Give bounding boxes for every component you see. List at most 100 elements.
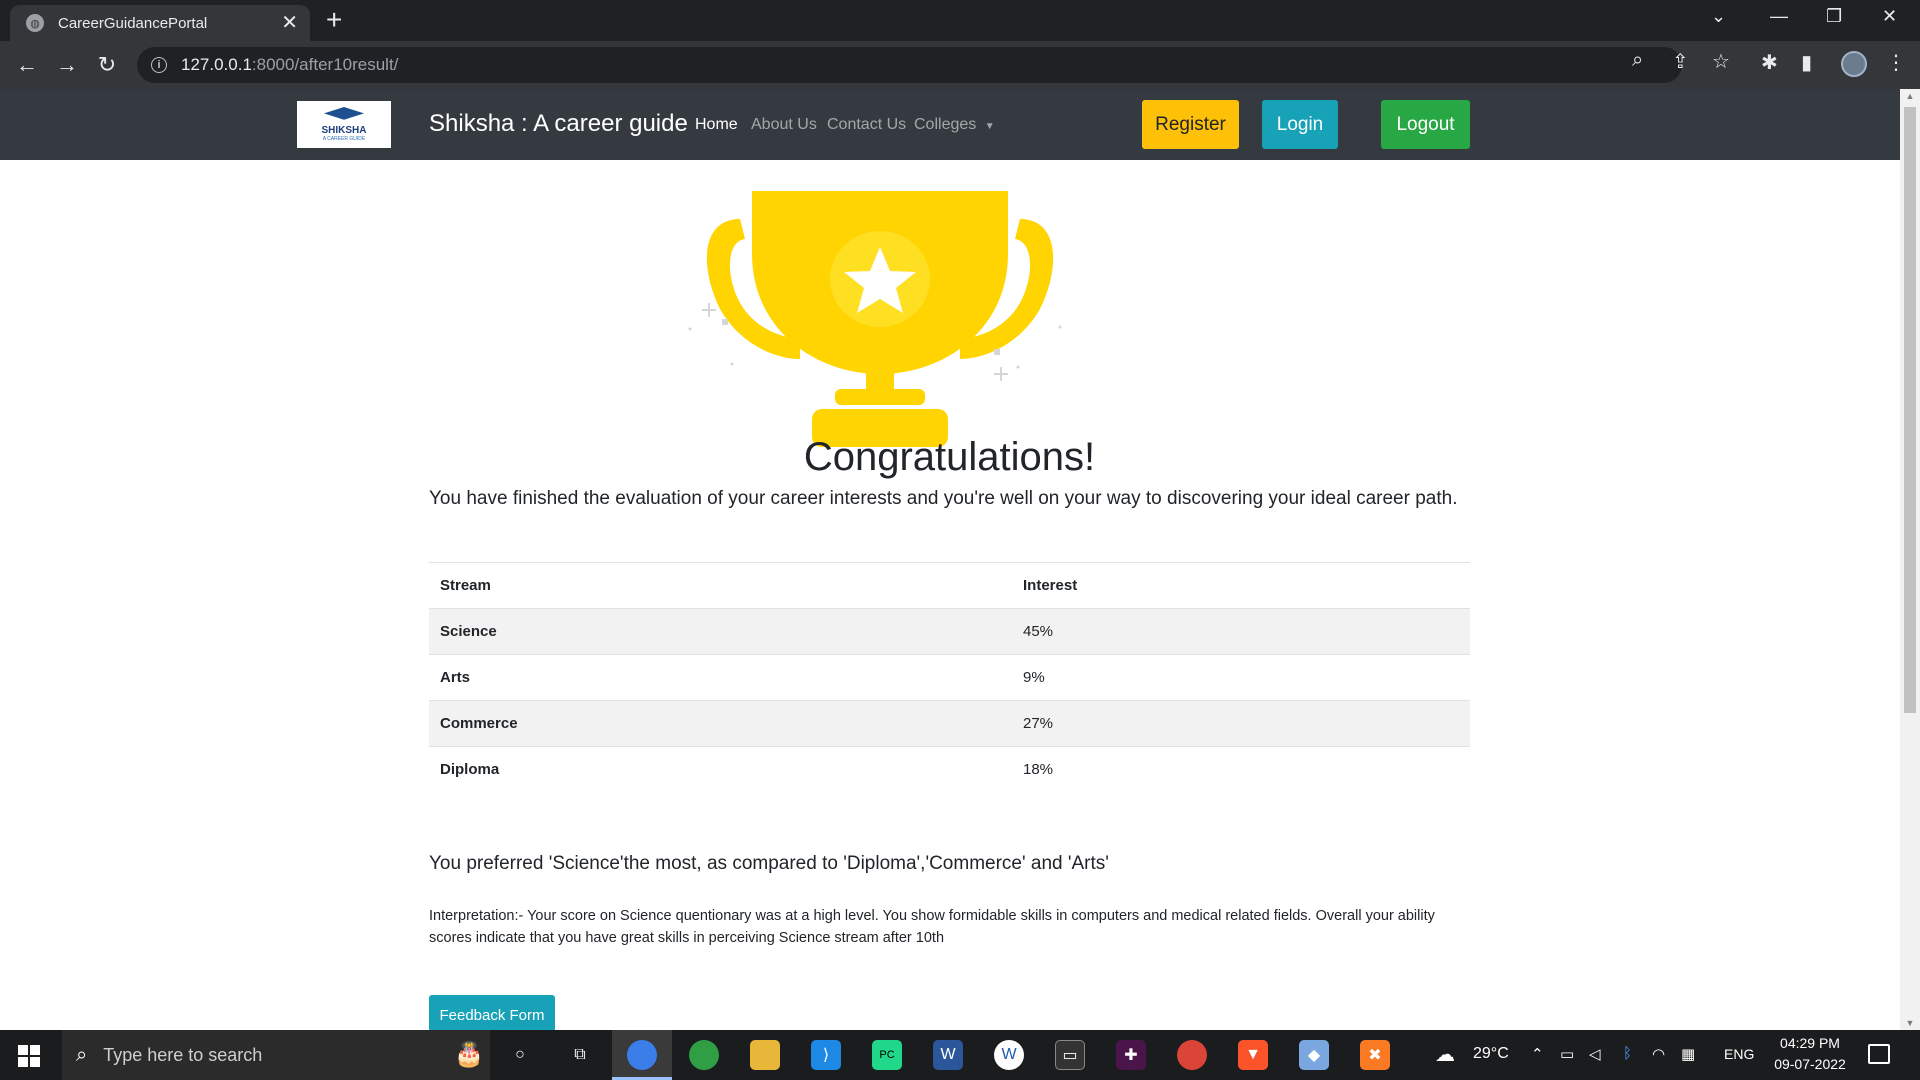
search-icon: ⌕ bbox=[76, 1043, 88, 1066]
minimize-window-button[interactable]: — bbox=[1770, 6, 1788, 27]
browser-tab-strip: ◍ CareerGuidancePortal ✕ + ⌄ — ❐ ✕ bbox=[0, 0, 1920, 41]
tab-title: CareerGuidancePortal bbox=[58, 14, 208, 32]
brave-icon[interactable]: ▼ bbox=[1238, 1040, 1268, 1070]
clock-date: 09-07-2022 bbox=[1774, 1056, 1846, 1072]
table-header-row: Stream Interest bbox=[429, 562, 1470, 609]
chrome-profile-icon[interactable] bbox=[689, 1040, 719, 1070]
table-row: Diploma 18% bbox=[429, 746, 1470, 793]
new-tab-button[interactable]: + bbox=[326, 6, 342, 34]
url-path: :8000/after10result/ bbox=[251, 55, 399, 74]
battery-icon[interactable]: ▭ bbox=[1560, 1045, 1574, 1063]
nav-home[interactable]: Home bbox=[695, 116, 738, 134]
column-header-stream: Stream bbox=[429, 562, 1012, 609]
share-icon[interactable]: ⇪ bbox=[1672, 49, 1689, 74]
volume-icon[interactable]: ◁ bbox=[1589, 1045, 1601, 1063]
clock-time: 04:29 PM bbox=[1780, 1035, 1840, 1051]
nav-about-us[interactable]: About Us bbox=[751, 116, 817, 134]
logo-text: SHIKSHA bbox=[321, 125, 367, 136]
windows-taskbar: ⌕ Type here to search 🎂 ○ ⧉ ⟩ PC W W ▭ ✚… bbox=[0, 1030, 1920, 1080]
chrome-alt-icon[interactable] bbox=[1177, 1040, 1207, 1070]
keyboard-icon[interactable]: ▦ bbox=[1681, 1045, 1695, 1063]
trophy-icon bbox=[688, 191, 1062, 447]
reload-icon[interactable]: ↻ bbox=[91, 49, 123, 81]
table-row: Commerce 27% bbox=[429, 700, 1470, 747]
xampp-icon[interactable]: ✖ bbox=[1360, 1040, 1390, 1070]
stream-cell: Diploma bbox=[429, 746, 1012, 793]
browser-toolbar: ← → ↻ i 127.0.0.1 :8000/after10result/ ⌕… bbox=[0, 41, 1920, 89]
login-button[interactable]: Login bbox=[1262, 100, 1338, 149]
browser-tab[interactable]: ◍ CareerGuidancePortal ✕ bbox=[10, 5, 310, 41]
terminal-icon[interactable]: ▭ bbox=[1055, 1040, 1085, 1070]
taskbar-clock[interactable]: 04:29 PM 09-07-2022 bbox=[1770, 1033, 1850, 1075]
scrollbar-thumb[interactable] bbox=[1904, 107, 1916, 713]
taskbar-search-box[interactable]: ⌕ Type here to search 🎂 bbox=[62, 1030, 490, 1080]
site-brand[interactable]: Shiksha : A career guide bbox=[429, 110, 688, 138]
extensions-puzzle-icon[interactable]: ✱ bbox=[1761, 50, 1778, 75]
profile-avatar[interactable] bbox=[1841, 51, 1867, 77]
pycharm-icon[interactable]: PC bbox=[872, 1040, 902, 1070]
app-w-icon[interactable]: W bbox=[994, 1040, 1024, 1070]
page-scrollbar[interactable]: ▲ ▼ bbox=[1900, 89, 1920, 1030]
interest-cell: 18% bbox=[1012, 746, 1470, 793]
restore-window-button[interactable]: ❐ bbox=[1826, 6, 1842, 27]
page-viewport: SHIKSHA A CAREER GUIDE Shiksha : A caree… bbox=[0, 89, 1900, 1030]
table-row: Arts 9% bbox=[429, 654, 1470, 701]
stream-cell: Commerce bbox=[429, 700, 1012, 747]
stream-cell: Arts bbox=[429, 654, 1012, 701]
site-info-icon[interactable]: i bbox=[151, 57, 167, 73]
site-logo[interactable]: SHIKSHA A CAREER GUIDE bbox=[297, 101, 391, 148]
search-placeholder: Type here to search bbox=[103, 1044, 263, 1065]
weather-temperature[interactable]: 29°C bbox=[1473, 1045, 1509, 1063]
url-host: 127.0.0.1 bbox=[181, 55, 252, 74]
site-navbar: SHIKSHA A CAREER GUIDE Shiksha : A caree… bbox=[0, 89, 1900, 160]
preference-summary: You preferred 'Science'the most, as comp… bbox=[429, 853, 1109, 874]
page-subtitle: You have finished the evaluation of your… bbox=[429, 488, 1458, 509]
side-panel-icon[interactable]: ▮ bbox=[1801, 50, 1812, 75]
file-explorer-icon[interactable] bbox=[750, 1040, 780, 1070]
tab-search-chevron-icon[interactable]: ⌄ bbox=[1711, 6, 1726, 27]
bluetooth-icon[interactable]: ᛒ bbox=[1623, 1045, 1632, 1062]
globe-icon: ◍ bbox=[26, 14, 44, 32]
vscode-icon[interactable]: ⟩ bbox=[811, 1040, 841, 1070]
table-row: Science 45% bbox=[429, 608, 1470, 655]
interest-table: Stream Interest Science 45% Arts 9% Comm… bbox=[429, 562, 1470, 793]
logo-subtext: A CAREER GUIDE bbox=[322, 136, 366, 142]
caret-down-icon: ▼ bbox=[984, 121, 995, 132]
browser-menu-icon[interactable]: ⋮ bbox=[1886, 50, 1906, 75]
nav-colleges-label: Colleges bbox=[914, 116, 977, 133]
search-highlight-icon: 🎂 bbox=[454, 1041, 484, 1068]
windows-start-icon[interactable] bbox=[18, 1045, 40, 1067]
nav-colleges-dropdown[interactable]: Colleges ▼ bbox=[914, 116, 995, 134]
interest-cell: 27% bbox=[1012, 700, 1470, 747]
language-indicator[interactable]: ENG bbox=[1724, 1046, 1754, 1062]
slack-icon[interactable]: ✚ bbox=[1116, 1040, 1146, 1070]
wifi-icon[interactable]: ◠ bbox=[1652, 1045, 1665, 1063]
forward-arrow-icon[interactable]: → bbox=[51, 49, 83, 81]
close-tab-icon[interactable]: ✕ bbox=[281, 13, 298, 33]
weather-cloud-icon[interactable]: ☁ bbox=[1435, 1042, 1455, 1067]
register-button[interactable]: Register bbox=[1142, 100, 1239, 149]
zoom-icon[interactable]: ⌕ bbox=[1632, 49, 1643, 72]
address-bar[interactable]: i 127.0.0.1 :8000/after10result/ bbox=[137, 47, 1682, 83]
bookmark-star-icon[interactable]: ☆ bbox=[1712, 49, 1730, 74]
graduation-cap-icon bbox=[324, 107, 364, 120]
back-arrow-icon[interactable]: ← bbox=[11, 49, 43, 81]
virtualbox-icon[interactable]: ◆ bbox=[1299, 1040, 1329, 1070]
word-icon[interactable]: W bbox=[933, 1040, 963, 1070]
notification-center-icon[interactable] bbox=[1868, 1044, 1890, 1064]
column-header-interest: Interest bbox=[1012, 562, 1470, 609]
nav-contact-us[interactable]: Contact Us bbox=[827, 116, 906, 134]
interest-cell: 45% bbox=[1012, 608, 1470, 655]
scroll-down-arrow-icon[interactable]: ▼ bbox=[1905, 1018, 1915, 1028]
scroll-up-arrow-icon[interactable]: ▲ bbox=[1905, 91, 1915, 101]
page-title: Congratulations! bbox=[803, 435, 1096, 479]
interpretation-text: Interpretation:- Your score on Science q… bbox=[429, 908, 1435, 946]
interest-cell: 9% bbox=[1012, 654, 1470, 701]
close-window-button[interactable]: ✕ bbox=[1882, 6, 1897, 27]
logout-button[interactable]: Logout bbox=[1381, 100, 1470, 149]
feedback-form-button[interactable]: Feedback Form bbox=[429, 995, 555, 1030]
chrome-icon[interactable] bbox=[627, 1040, 657, 1070]
show-hidden-icons-chevron-icon[interactable]: ⌃ bbox=[1531, 1045, 1544, 1063]
cortana-icon[interactable]: ○ bbox=[505, 1040, 535, 1070]
task-view-icon[interactable]: ⧉ bbox=[565, 1040, 595, 1070]
